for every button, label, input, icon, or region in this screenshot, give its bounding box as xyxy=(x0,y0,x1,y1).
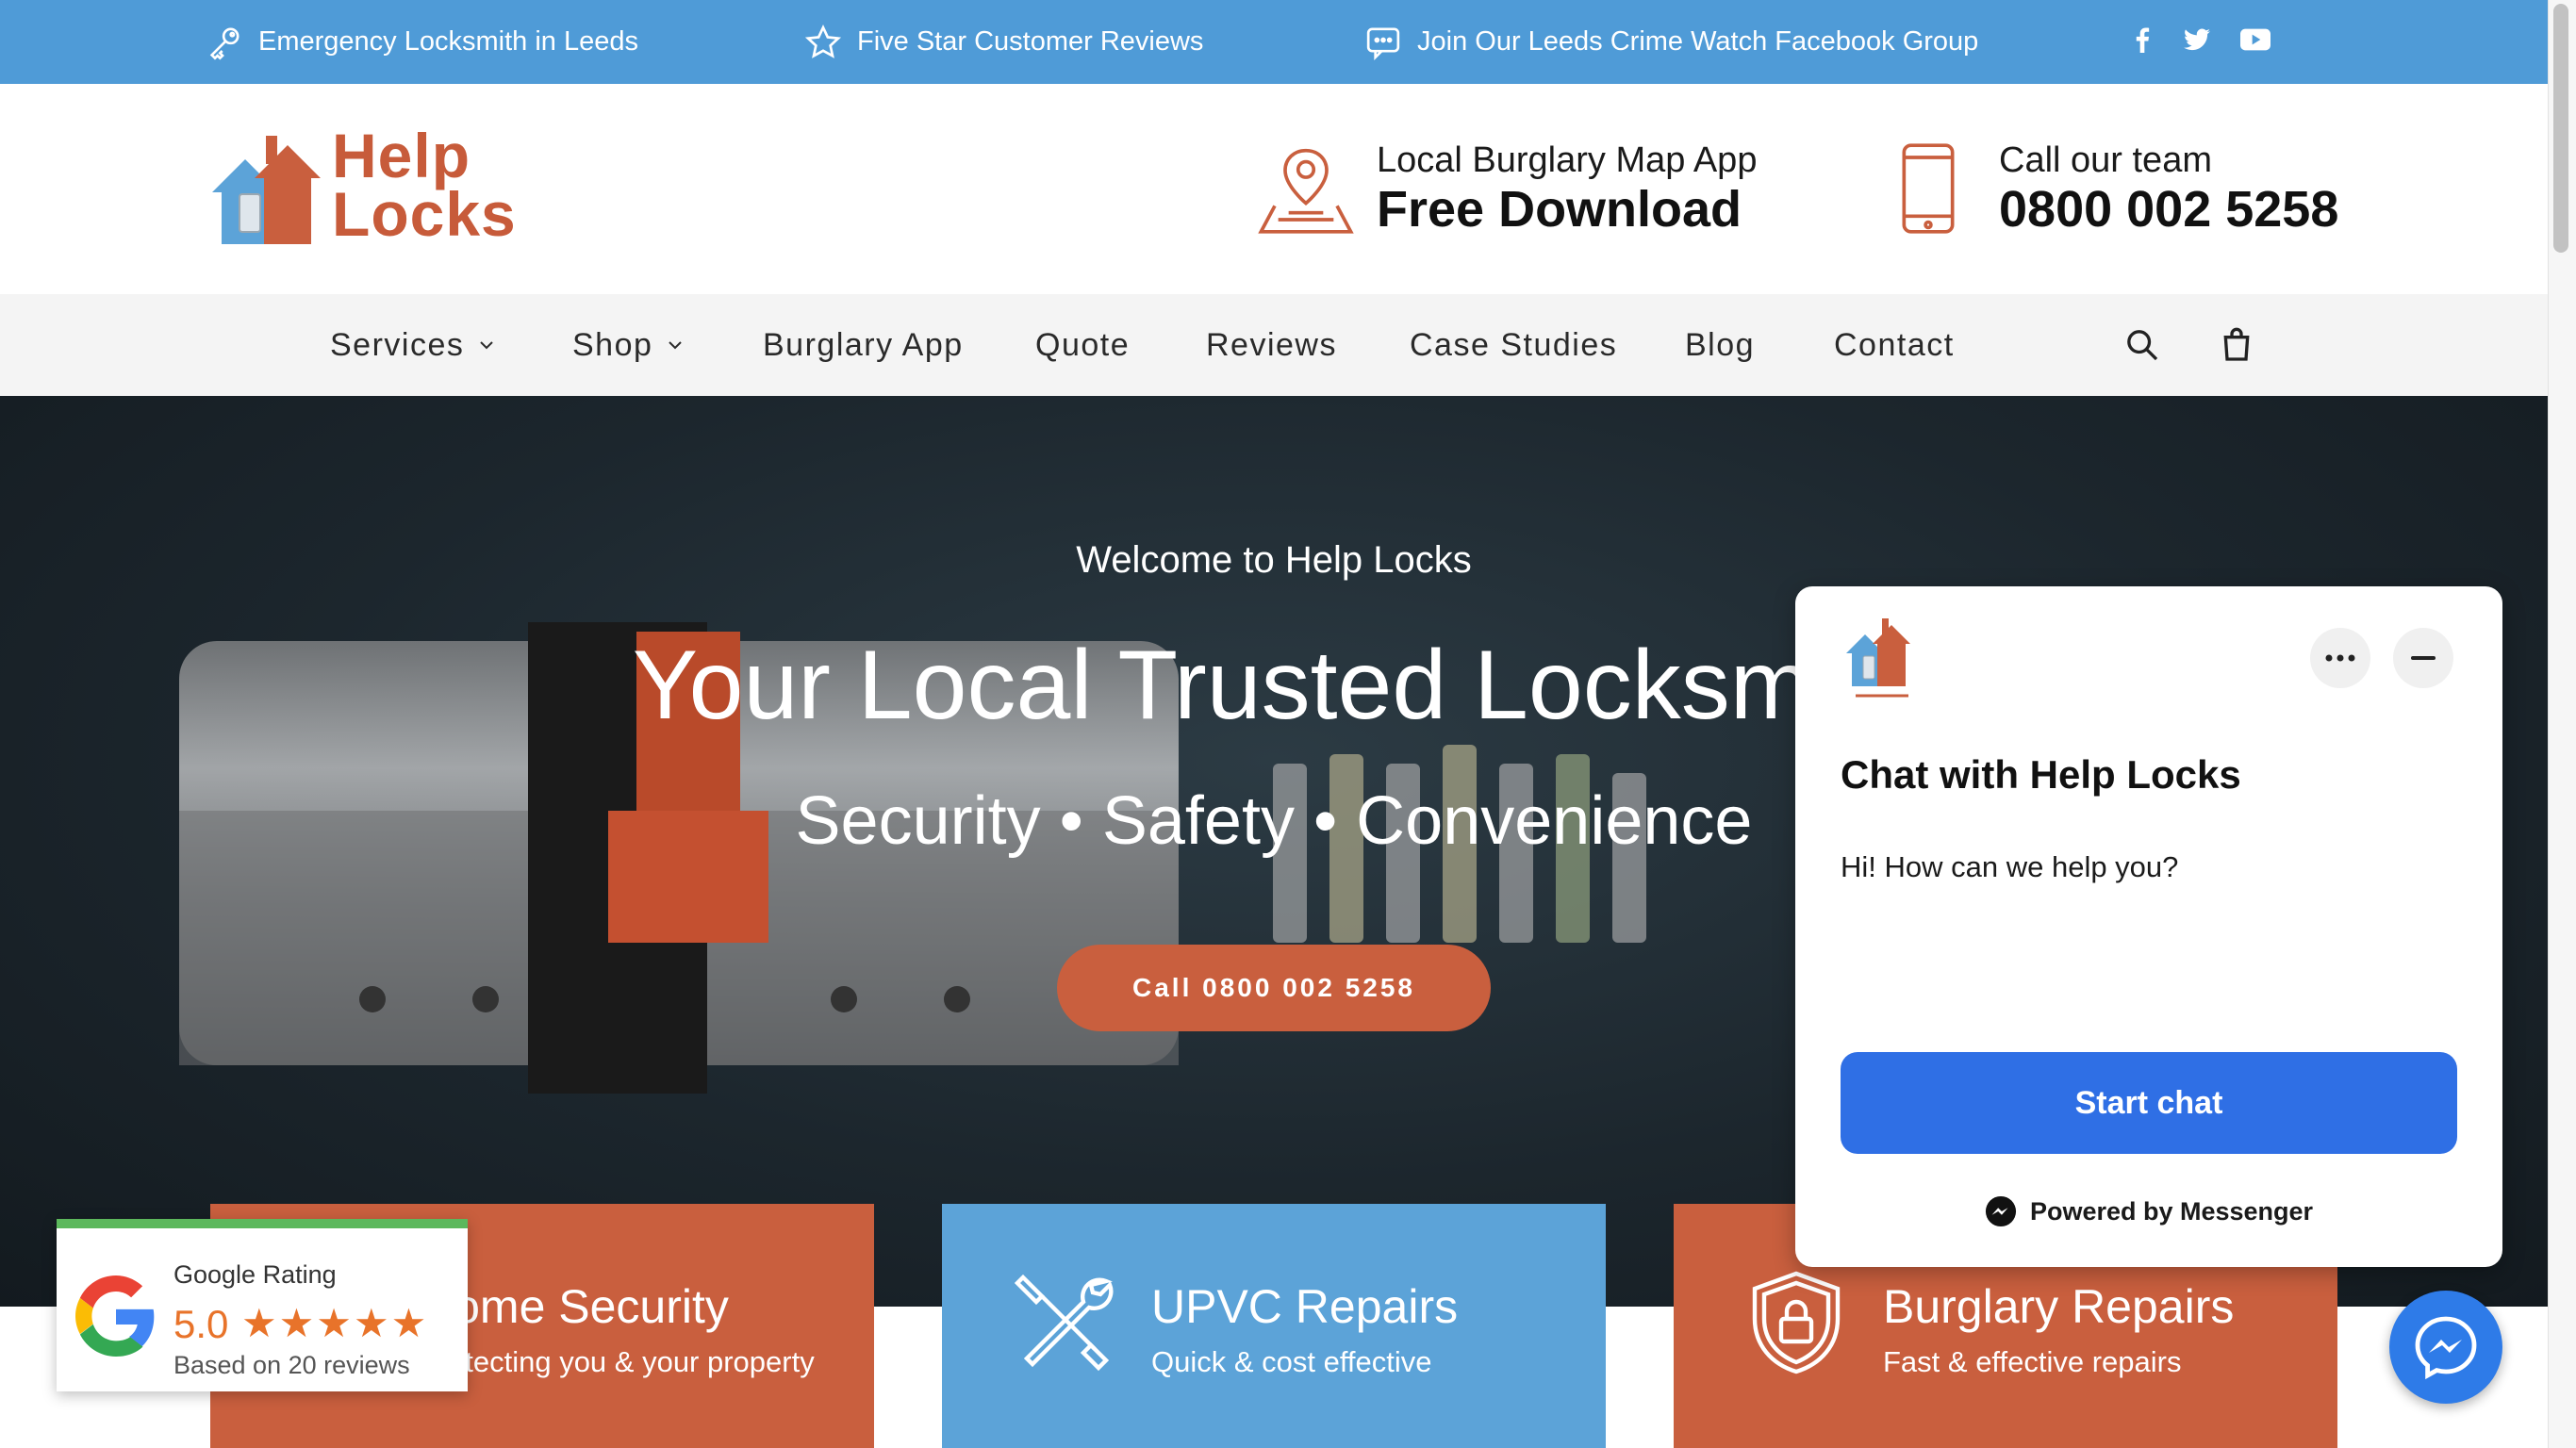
google-rating-label: Google Rating xyxy=(173,1260,337,1289)
call-caption: Call our team xyxy=(1999,140,2212,180)
app-promo-headline: Free Download xyxy=(1377,181,1742,238)
logo-line-1: Help xyxy=(332,121,471,190)
start-chat-button[interactable]: Start chat xyxy=(1841,1052,2457,1154)
more-dots-icon xyxy=(2325,654,2355,662)
nav-reviews[interactable]: Reviews xyxy=(1206,294,1337,396)
google-rating-count: Based on 20 reviews xyxy=(173,1351,410,1379)
scrollbar-thumb[interactable] xyxy=(2553,4,2568,253)
house-logo-icon xyxy=(212,136,321,244)
reviews-link[interactable]: Five Star Customer Reviews xyxy=(804,0,1203,84)
google-g-icon xyxy=(75,1275,155,1357)
card-title: UPVC Repairs xyxy=(1151,1280,1459,1333)
hero-call-button[interactable]: Call 0800 002 5258 xyxy=(1057,945,1491,1031)
help-locks-logo[interactable]: Help Locks xyxy=(207,121,585,249)
messenger-icon xyxy=(1985,1195,2016,1227)
shield-lock-icon xyxy=(1752,1271,1841,1374)
card-subtitle: Quick & cost effective xyxy=(1151,1345,1432,1378)
card-subtitle: Fast & effective repairs xyxy=(1883,1345,2182,1378)
powered-by-label: Powered by Messenger xyxy=(2029,1196,2314,1226)
google-rating-widget[interactable]: Google Rating 5.0 ★★★★★ Based on 20 revi… xyxy=(57,1219,468,1391)
star-outline-icon xyxy=(804,24,842,58)
emergency-label: Emergency Locksmith in Leeds xyxy=(258,26,638,57)
card-upvc-repairs[interactable]: UPVC Repairs Quick & cost effective xyxy=(942,1204,1606,1448)
card-title: Burglary Repairs xyxy=(1883,1280,2235,1333)
burglary-app-promo[interactable]: Local Burglary Map App Free Download xyxy=(1254,137,1757,240)
card-subtitle: Protecting you & your property xyxy=(420,1345,815,1378)
chat-more-button[interactable] xyxy=(2310,628,2370,688)
site-header: Help Locks Local Burglary Map App Free D… xyxy=(0,84,2548,294)
nav-quote[interactable]: Quote xyxy=(1035,294,1130,396)
facebook-group-label: Join Our Leeds Crime Watch Facebook Grou… xyxy=(1417,26,1979,57)
nav-shop[interactable]: Shop xyxy=(572,294,685,396)
chat-title: Chat with Help Locks xyxy=(1841,752,2241,797)
map-pin-icon xyxy=(1258,148,1354,234)
hero-welcome: Welcome to Help Locks xyxy=(1076,539,1472,581)
nav-burglary-app[interactable]: Burglary App xyxy=(763,294,964,396)
logo-line-2: Locks xyxy=(332,179,517,249)
google-rating-score: 5.0 xyxy=(173,1302,229,1346)
phone-icon xyxy=(1902,143,1955,234)
chevron-down-icon xyxy=(480,341,494,350)
search-icon[interactable] xyxy=(2123,326,2161,364)
twitter-icon[interactable] xyxy=(2178,21,2216,58)
chat-greeting: Hi! How can we help you? xyxy=(1841,850,2179,883)
messenger-icon xyxy=(2415,1316,2477,1380)
chevron-down-icon xyxy=(669,341,683,350)
facebook-icon[interactable] xyxy=(2123,21,2161,58)
facebook-group-link[interactable]: Join Our Leeds Crime Watch Facebook Grou… xyxy=(1364,0,1978,84)
key-icon xyxy=(209,27,239,60)
nav-case-studies[interactable]: Case Studies xyxy=(1410,294,1617,396)
emergency-link[interactable]: Emergency Locksmith in Leeds xyxy=(206,0,638,84)
app-promo-caption: Local Burglary Map App xyxy=(1377,140,1758,180)
call-number: 0800 002 5258 xyxy=(1999,181,2339,238)
minimize-icon xyxy=(2411,656,2436,660)
nav-services-label: Services xyxy=(330,326,465,363)
main-nav: Services Shop Burglary App Quote Reviews… xyxy=(0,294,2548,396)
chat-minimize-button[interactable] xyxy=(2393,628,2453,688)
messenger-chat-panel: Chat with Help Locks Hi! How can we help… xyxy=(1795,586,2502,1267)
chat-bubble-icon xyxy=(1366,27,1400,60)
logo-wordmark: Help Locks xyxy=(332,121,517,249)
top-info-bar: Emergency Locksmith in Leeds Five Star C… xyxy=(0,0,2548,84)
powered-by-messenger: Powered by Messenger xyxy=(1795,1195,2502,1227)
nav-blog[interactable]: Blog xyxy=(1685,294,1755,396)
nav-shop-label: Shop xyxy=(572,326,653,363)
reviews-label: Five Star Customer Reviews xyxy=(857,26,1204,57)
call-team-block[interactable]: Call our team 0800 002 5258 xyxy=(1876,137,2338,240)
messenger-launcher-button[interactable] xyxy=(2389,1291,2502,1404)
help-locks-chat-logo xyxy=(1846,618,1910,698)
rating-stars: ★★★★★ xyxy=(241,1301,429,1345)
youtube-icon[interactable] xyxy=(2237,21,2274,58)
shopping-bag-icon[interactable] xyxy=(2218,326,2255,364)
nav-contact[interactable]: Contact xyxy=(1834,294,1955,396)
tools-icon xyxy=(1014,1274,1114,1372)
nav-services[interactable]: Services xyxy=(330,294,496,396)
